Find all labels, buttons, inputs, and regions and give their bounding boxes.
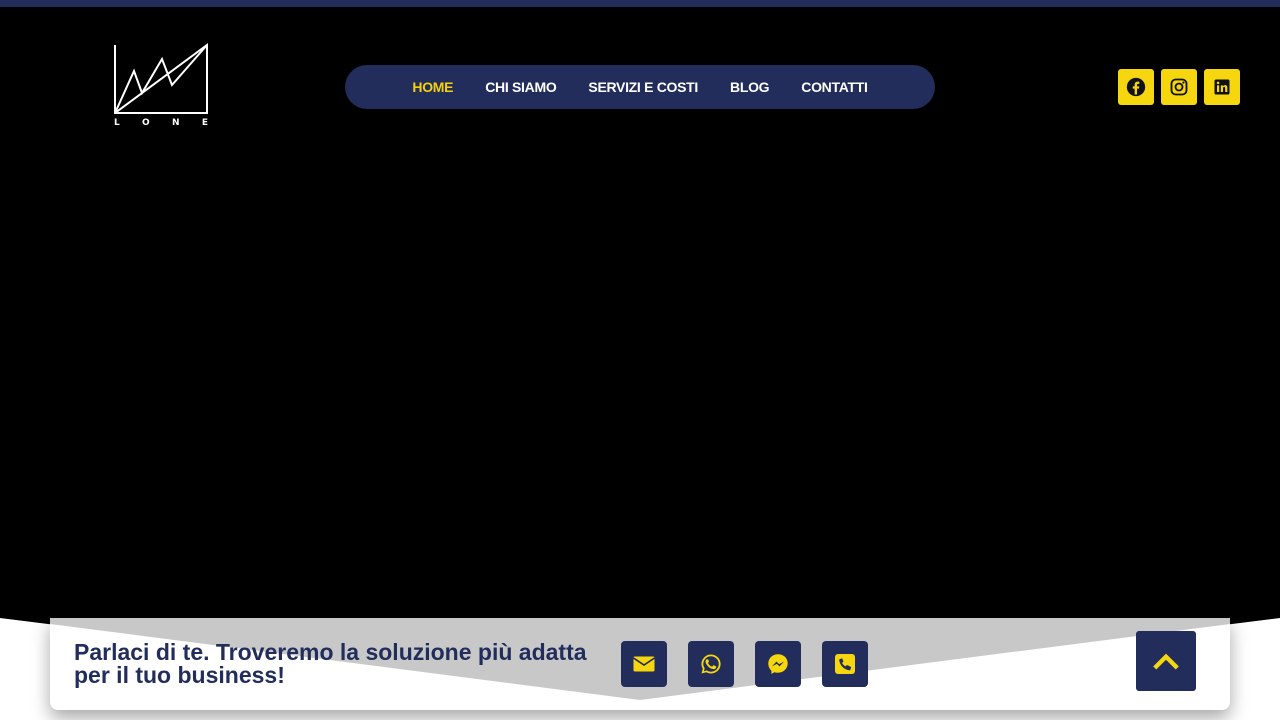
phone-icon	[835, 654, 855, 674]
nav-item-chi-siamo[interactable]: CHI SIAMO	[485, 79, 557, 95]
contact-bar-message: Parlaci di te. Troveremo la soluzione pi…	[74, 639, 587, 688]
nav-item-home[interactable]: HOME	[412, 79, 453, 95]
logo-wordmark: L O N E	[112, 118, 210, 128]
social-links	[1118, 69, 1240, 105]
logo-letter: O	[142, 118, 150, 128]
linkedin-icon	[1214, 79, 1230, 95]
nav-item-contatti[interactable]: CONTATTI	[801, 79, 868, 95]
main-navigation: HOME CHI SIAMO SERVIZI E COSTI BLOG CONT…	[345, 65, 935, 109]
nav-item-blog[interactable]: BLOG	[730, 79, 770, 95]
linkedin-link[interactable]	[1204, 69, 1240, 105]
email-button[interactable]	[621, 641, 667, 687]
logo-letter: L	[114, 118, 120, 128]
instagram-link[interactable]	[1161, 69, 1197, 105]
whatsapp-button[interactable]	[688, 641, 734, 687]
nav-item-servizi-e-costi[interactable]: SERVIZI E COSTI	[588, 79, 698, 95]
whatsapp-icon	[701, 654, 721, 674]
facebook-icon	[1126, 77, 1146, 97]
messenger-button[interactable]	[755, 641, 801, 687]
logo-mark-icon	[114, 43, 208, 114]
contact-bar: Parlaci di te. Troveremo la soluzione pi…	[50, 618, 1230, 710]
site-logo[interactable]: L O N E	[112, 43, 210, 129]
chevron-up-icon	[1153, 653, 1179, 670]
top-accent-strip	[0, 0, 1280, 7]
logo-letter: N	[172, 118, 180, 128]
envelope-icon	[633, 656, 655, 672]
logo-letter: E	[201, 118, 208, 128]
instagram-icon	[1170, 78, 1188, 96]
facebook-link[interactable]	[1118, 69, 1154, 105]
phone-button[interactable]	[822, 641, 868, 687]
scroll-to-top-button[interactable]	[1136, 631, 1196, 691]
messenger-icon	[768, 654, 788, 674]
contact-actions	[621, 641, 868, 687]
